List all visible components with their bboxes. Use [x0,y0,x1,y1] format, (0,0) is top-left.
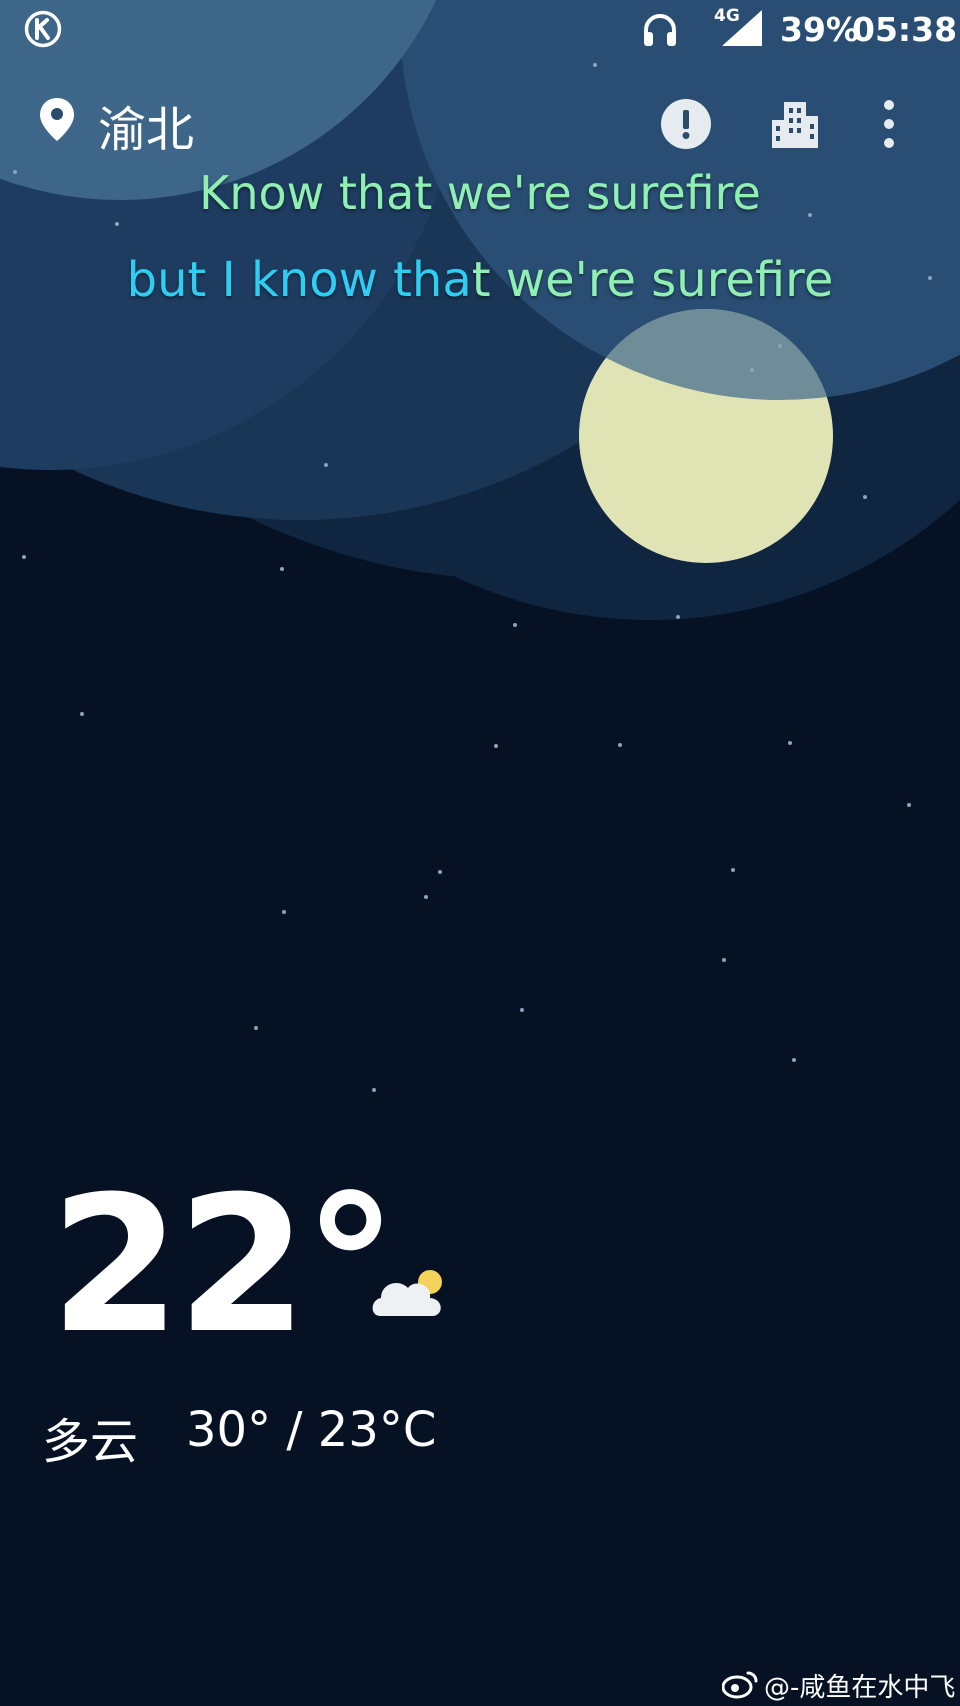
signal-icon [722,10,762,46]
battery-level: 39% [780,10,859,49]
location-pin-icon [40,98,74,141]
temperature-range: 30° / 23°C [186,1402,437,1458]
watermark-text: @-咸鱼在水中飞 [764,1673,956,1703]
location-name[interactable]: 渝北 [98,90,194,160]
clock-time: 05:38 [852,10,958,49]
headset-icon [644,14,676,46]
weather-condition: 多云 [42,1414,139,1470]
alert-button[interactable] [660,98,712,150]
weibo-watermark: @-咸鱼在水中飞 [722,1667,956,1703]
lyric-unsung-part: t we're surefire [471,252,834,308]
more-options-button[interactable] [876,96,902,152]
lyric-sung-part: but I know tha [126,252,472,308]
lyric-line-next: but I know that we're surefire [0,252,960,308]
current-temperature: 22° [50,1156,398,1375]
status-bar: 4G 39% 05:38 [0,0,960,62]
lyric-line-current: Know that we're surefire [199,166,761,220]
city-icon [772,102,818,148]
weibo-icon [722,1671,758,1699]
city-manager-button[interactable] [770,96,820,148]
k-app-icon [24,10,62,48]
partly-cloudy-night-icon [372,1270,442,1316]
alert-icon [661,99,711,149]
more-vert-icon [884,100,894,148]
